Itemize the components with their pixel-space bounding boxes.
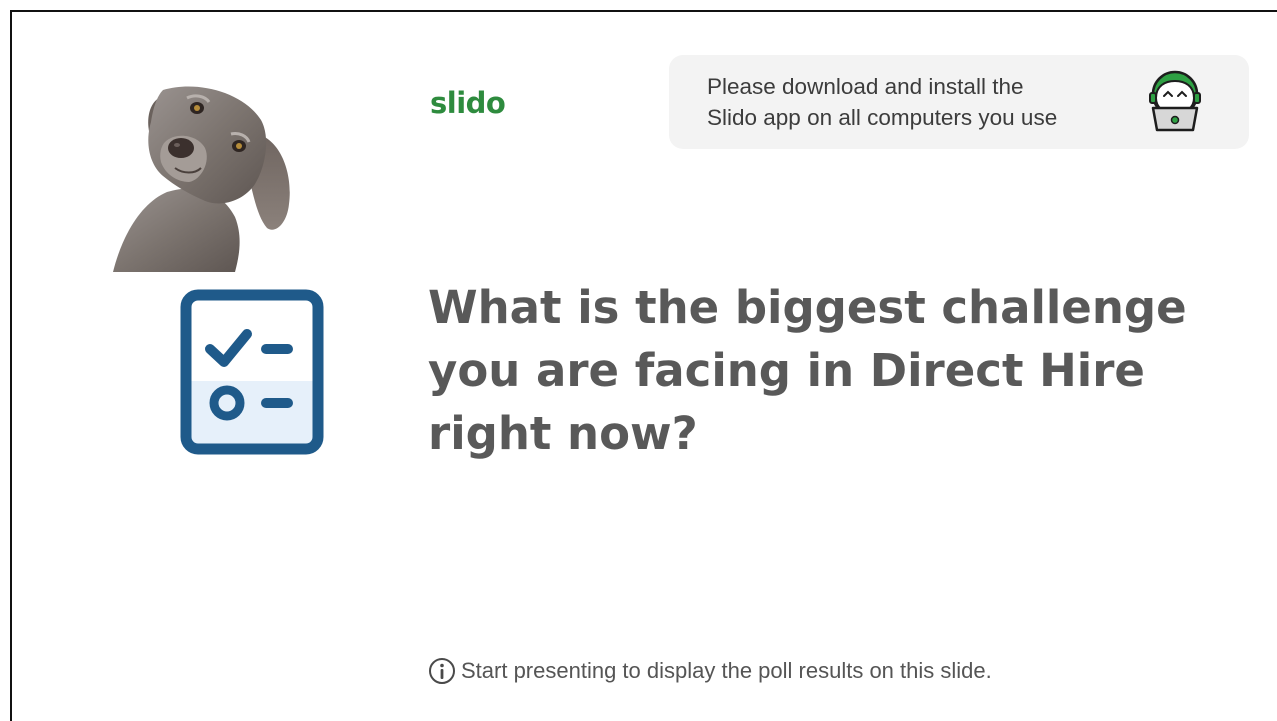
notice-text: Please download and install the Slido ap… [707,71,1127,133]
question-line-1: What is the biggest challenge [428,281,1187,334]
info-icon [429,658,455,684]
presenting-hint: Start presenting to display the poll res… [428,656,992,686]
dog-image [113,86,290,272]
notice-line-1: Please download and install the [707,74,1024,99]
question-line-2: you are facing in Direct Hire [428,344,1145,397]
poll-question: What is the biggest challenge you are fa… [428,276,1228,465]
poll-checklist-icon [180,289,324,455]
slido-logo: slido [430,86,506,120]
slide: slido Please download and install the Sl… [10,10,1277,721]
install-app-notice: Please download and install the Slido ap… [669,55,1249,149]
question-line-3: right now? [428,407,698,460]
slido-mascot-laptop-icon [1149,70,1201,132]
notice-line-2: Slido app on all computers you use [707,105,1058,130]
presenting-hint-text: Start presenting to display the poll res… [461,658,992,683]
